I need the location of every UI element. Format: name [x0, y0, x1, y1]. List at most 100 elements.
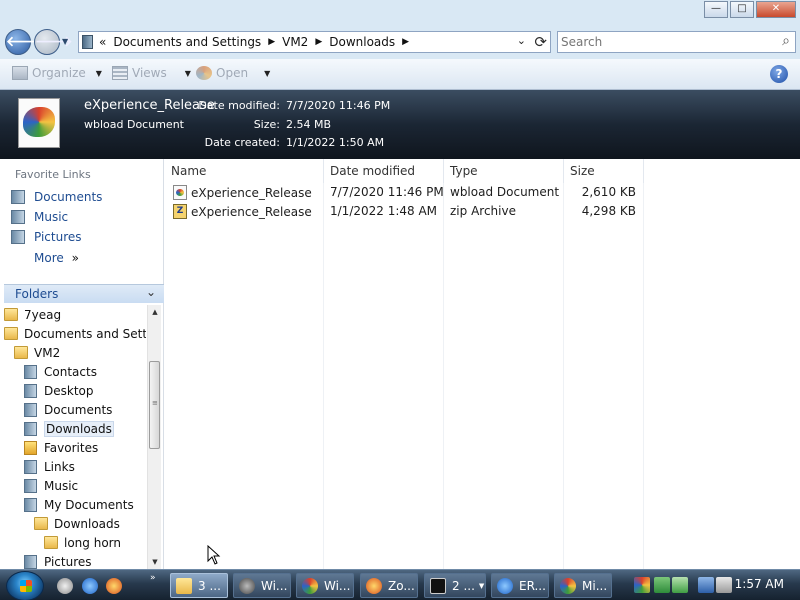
quicklaunch-firefox-icon[interactable] — [106, 578, 122, 594]
modified-value: 7/7/2020 11:46 PM — [286, 99, 391, 112]
created-value: 1/1/2022 1:50 AM — [286, 136, 385, 149]
file-size: 2,610 KB — [581, 185, 636, 199]
search-icon[interactable]: ⌕ — [782, 33, 790, 49]
chevron-down-icon: ⌄ — [145, 285, 156, 299]
tree-item-long-horn[interactable]: long horn — [44, 533, 121, 552]
chevron-right-icon[interactable]: ▶ — [268, 37, 275, 49]
quicklaunch-overflow-icon[interactable]: » — [150, 573, 156, 583]
file-modified: 1/1/2022 1:48 AM — [330, 204, 438, 218]
folder-icon — [14, 346, 28, 359]
taskbar-button-firefox[interactable]: Zo... — [360, 573, 418, 598]
tree-item-my-documents[interactable]: My Documents — [24, 495, 134, 514]
favorite-music[interactable]: Music — [11, 210, 68, 224]
taskbar-clock[interactable]: 1:57 AM — [735, 577, 784, 591]
task-label: Wi... — [261, 578, 288, 593]
address-bar[interactable]: « Documents and Settings ▶ VM2 ▶ Downloa… — [78, 31, 551, 53]
tree-item-desktop[interactable]: Desktop — [24, 381, 94, 400]
column-header-name[interactable]: Name — [165, 159, 324, 183]
tree-item-label: Desktop — [44, 383, 94, 398]
open-button[interactable]: Open ▼ — [196, 66, 270, 80]
tree-item-music[interactable]: Music — [24, 476, 78, 495]
chevron-right-icon[interactable]: ▶ — [315, 37, 322, 49]
pictures-icon — [24, 554, 37, 569]
folder-tree-scrollbar[interactable]: ▲ ≡ ▼ — [147, 305, 161, 569]
favorite-label: Music — [34, 210, 69, 224]
scroll-down-arrow[interactable]: ▼ — [148, 555, 162, 569]
tree-item-links[interactable]: Links — [24, 457, 75, 476]
open-label: Open — [216, 66, 249, 80]
search-input[interactable] — [561, 35, 761, 49]
tray-network-icon[interactable] — [654, 577, 670, 593]
firefox-icon — [366, 577, 382, 594]
start-button[interactable] — [6, 571, 44, 600]
folders-header[interactable]: Folders ⌄ — [4, 284, 164, 303]
table-row[interactable]: eXperience_Release 7/7/2020 11:46 PM wbl… — [165, 183, 643, 202]
column-header-type[interactable]: Type — [444, 159, 564, 183]
close-button[interactable]: ✕ — [756, 1, 796, 18]
tray-volume-muted-icon[interactable] — [716, 577, 732, 593]
refresh-icon[interactable]: ⟳ — [534, 33, 547, 51]
tray-security-icon[interactable] — [672, 577, 688, 593]
file-list: Name Date modified Type Size eXperience_… — [165, 159, 800, 569]
tree-item-contacts[interactable]: Contacts — [24, 362, 97, 381]
tree-item-downloads-selected[interactable]: Downloads — [24, 419, 114, 438]
tree-item-label: Downloads — [44, 420, 114, 437]
help-button[interactable]: ? — [770, 65, 788, 83]
tree-item-documents-and-settings[interactable]: Documents and Settings — [4, 324, 146, 343]
tree-item-label: Documents and Settings — [24, 326, 146, 341]
chevron-right-icon[interactable]: ▶ — [402, 37, 409, 49]
favorite-pictures[interactable]: Pictures — [11, 230, 82, 244]
recent-pages-dropdown[interactable]: ▼ — [62, 37, 68, 46]
taskbar-button-window-1[interactable]: Wi... — [233, 573, 291, 598]
pictures-icon — [11, 230, 25, 244]
taskbar-button-window-2[interactable]: Wi... — [296, 573, 354, 598]
column-header-date-modified[interactable]: Date modified — [324, 159, 444, 183]
minimize-button[interactable]: — — [704, 1, 728, 18]
tree-item-my-documents-downloads[interactable]: Downloads — [34, 514, 120, 533]
address-dropdown-icon[interactable]: ⌄ — [517, 34, 526, 47]
breadcrumb-overflow[interactable]: « — [99, 35, 106, 49]
forward-button[interactable]: 🡒 — [34, 29, 73, 55]
task-label: Mi... — [582, 578, 608, 593]
tree-item-favorites[interactable]: Favorites — [24, 438, 98, 457]
scroll-thumb[interactable]: ≡ — [149, 361, 160, 449]
more-links-button[interactable]: More » — [34, 251, 79, 265]
tree-item-vm2[interactable]: VM2 — [14, 343, 60, 362]
back-button[interactable]: 🡐 — [5, 29, 44, 55]
breadcrumb-downloads[interactable]: Downloads — [329, 35, 395, 49]
tree-item-label: VM2 — [34, 345, 61, 360]
tree-item-documents[interactable]: Documents — [24, 400, 112, 419]
address-row: 🡐 🡒 ▼ « Documents and Settings ▶ VM2 ▶ D… — [0, 25, 800, 59]
taskbar-button-7zip[interactable]: 2 ... ▼ — [424, 573, 486, 598]
star-icon — [24, 440, 37, 455]
tray-monitor-icon[interactable] — [698, 577, 714, 593]
table-row[interactable]: Z eXperience_Release 1/1/2022 1:48 AM zi… — [165, 202, 643, 221]
column-divider — [643, 183, 644, 569]
breadcrumb-documents-and-settings[interactable]: Documents and Settings — [113, 35, 261, 49]
views-button[interactable]: Views ▼ — [112, 66, 191, 80]
mouse-cursor-icon — [207, 545, 221, 565]
favorite-label: Pictures — [34, 230, 82, 244]
tree-item-label: Documents — [44, 402, 113, 417]
search-box[interactable]: ⌕ — [557, 31, 796, 53]
favorite-documents[interactable]: Documents — [11, 190, 102, 204]
tree-item-pictures[interactable]: Pictures — [24, 552, 92, 569]
file-type: wbload Document — [450, 185, 560, 199]
links-icon — [24, 459, 37, 474]
organize-button[interactable]: Organize ▼ — [12, 66, 102, 80]
maximize-button[interactable]: □ — [730, 1, 754, 18]
documents-icon — [24, 402, 37, 417]
scroll-up-arrow[interactable]: ▲ — [148, 305, 162, 319]
internet-explorer-icon — [497, 577, 513, 594]
taskbar-button-window-3[interactable]: Mi... — [554, 573, 612, 598]
column-header-size[interactable]: Size — [564, 159, 644, 183]
breadcrumb-vm2[interactable]: VM2 — [282, 35, 308, 49]
taskbar-button-explorer[interactable]: 3 ... — [170, 573, 228, 598]
tree-item-7yeag[interactable]: 7yeag — [4, 305, 61, 324]
taskbar-button-internet-explorer[interactable]: ER... — [491, 573, 549, 598]
system-tray: 1:57 AM — [628, 573, 800, 598]
tray-paint-icon[interactable] — [634, 577, 650, 593]
quicklaunch-show-desktop-icon[interactable] — [57, 578, 73, 594]
quicklaunch-internet-explorer-icon[interactable] — [82, 578, 98, 594]
folder-icon — [44, 536, 58, 549]
